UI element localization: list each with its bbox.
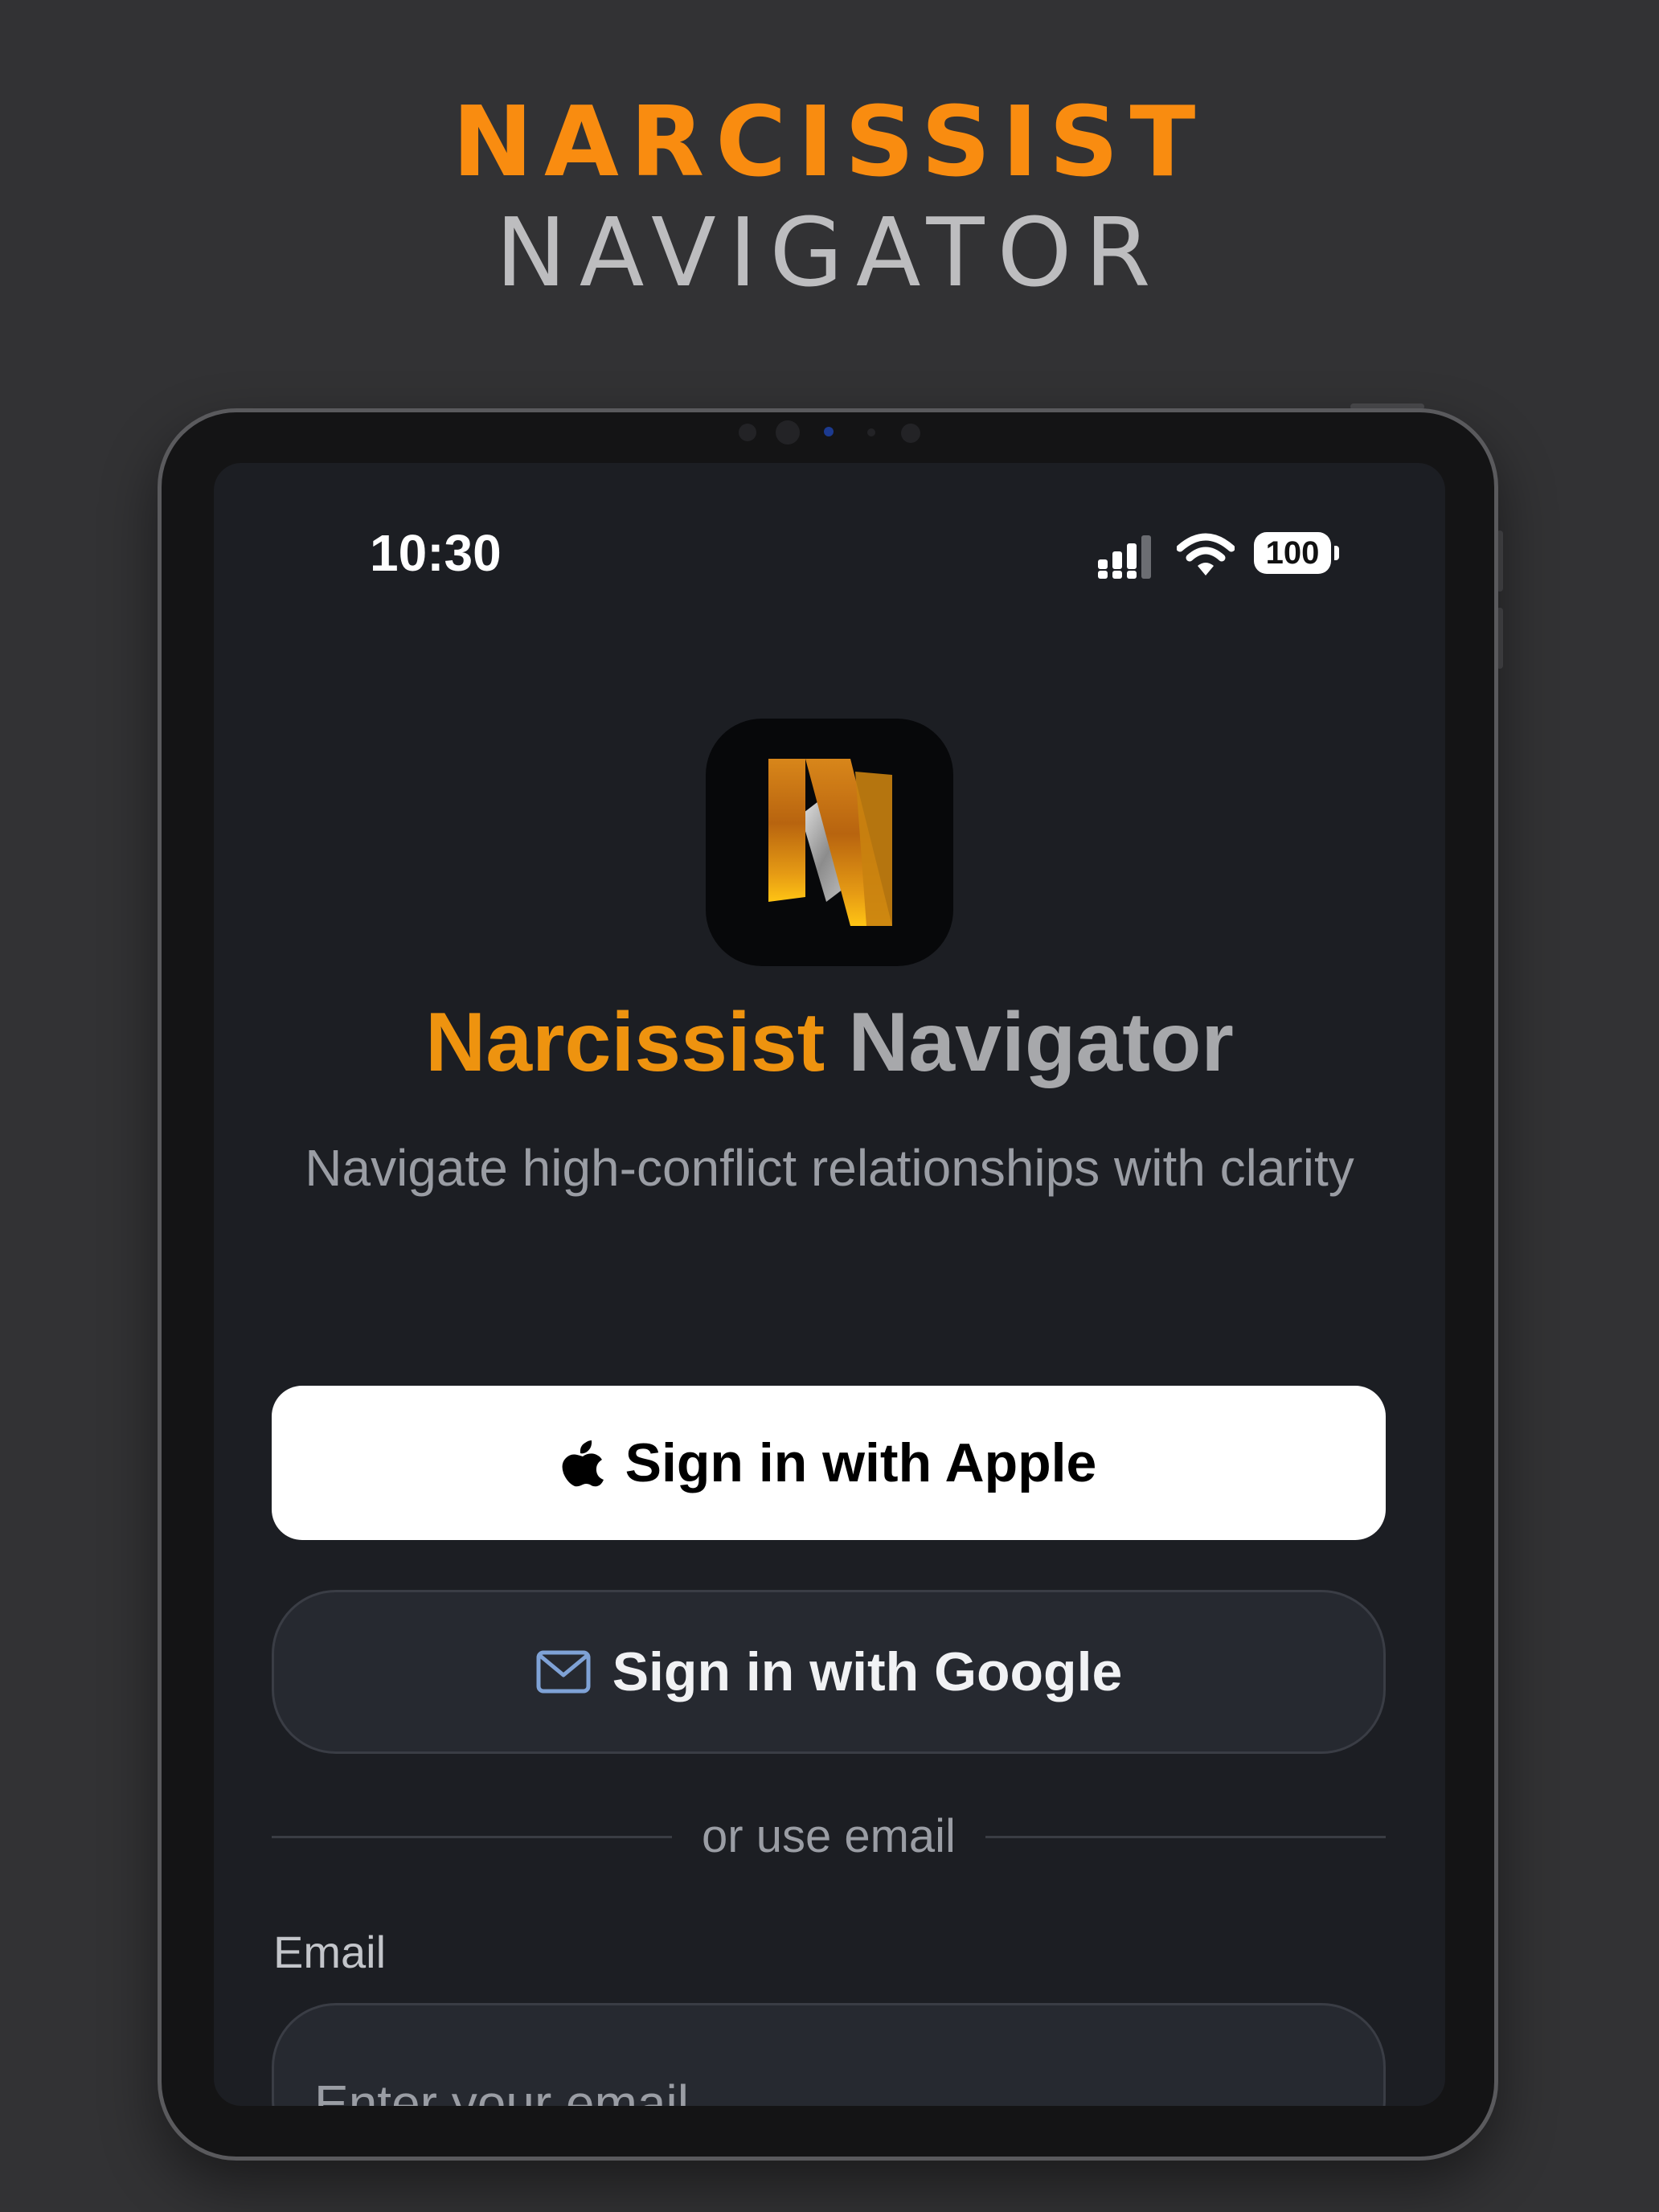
email-label: Email — [273, 1927, 387, 1977]
mail-envelope-icon — [535, 1649, 592, 1694]
divider-line-right — [985, 1836, 1386, 1838]
promo-title-navigator: NAVIGATOR — [495, 197, 1164, 308]
apple-logo-icon — [561, 1439, 604, 1487]
battery-icon: 100 — [1254, 532, 1331, 574]
sign-in-with-google-button[interactable]: Sign in with Google — [272, 1590, 1386, 1754]
divider-text: or use email — [702, 1810, 956, 1862]
sign-in-with-apple-label: Sign in with Apple — [625, 1432, 1097, 1493]
sign-in-with-google-label: Sign in with Google — [612, 1641, 1123, 1702]
sensor-dot — [867, 428, 875, 436]
battery-terminal — [1334, 546, 1339, 560]
email-input[interactable] — [272, 2003, 1386, 2106]
app-screen: 10:30 100 Narcissist Navigator Navigate … — [214, 463, 1445, 2106]
camera-bar — [162, 412, 1494, 461]
logo-graphic — [768, 759, 892, 926]
wifi-icon — [1177, 533, 1235, 576]
status-time: 10:30 — [370, 524, 502, 582]
camera-lens — [776, 420, 800, 444]
app-title-navigator: Navigator — [848, 996, 1234, 1089]
sensor-dot — [901, 424, 920, 443]
sensor-dot — [739, 424, 756, 441]
sign-in-with-apple-button[interactable]: Sign in with Apple — [272, 1386, 1386, 1540]
divider-line-left — [272, 1836, 672, 1838]
cellular-signal-icon — [1098, 535, 1151, 579]
app-logo-n-icon — [706, 719, 953, 966]
camera-indicator — [824, 427, 834, 436]
app-title: Narcissist Navigator — [214, 993, 1445, 1092]
app-subtitle: Navigate high-conflict relationships wit… — [305, 1139, 1354, 1197]
promo-title-narcissist: NARCISSIST — [452, 87, 1207, 199]
app-title-narcissist: Narcissist — [425, 996, 825, 1089]
